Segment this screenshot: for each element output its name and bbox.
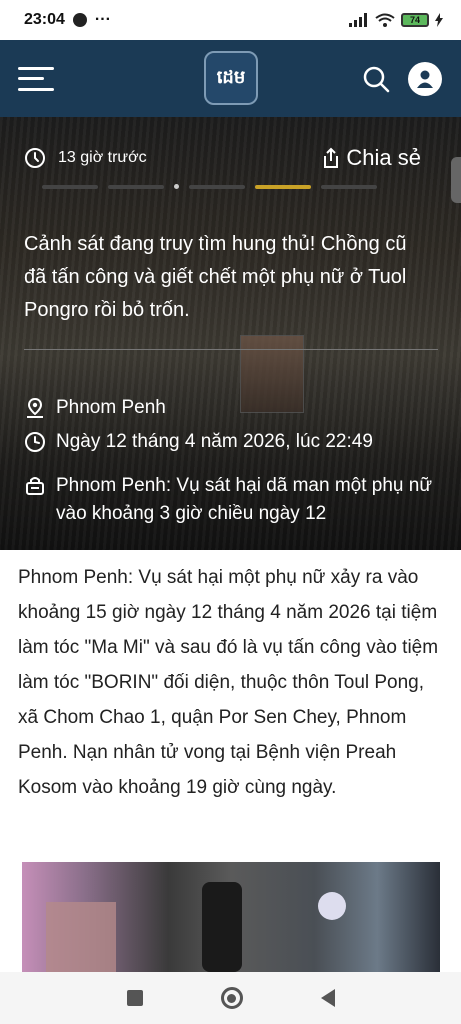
hero-portrait [240, 335, 304, 413]
location-pin-icon [27, 397, 43, 418]
status-time: 23:04 [24, 11, 65, 28]
status-left: 23:04 ··· [24, 11, 111, 29]
time-ago-label: 13 giờ trước [58, 149, 147, 166]
recents-button[interactable] [126, 990, 143, 1006]
menu-icon[interactable] [18, 66, 54, 91]
messenger-icon [72, 13, 87, 27]
share-label: Chia sẻ [346, 145, 421, 170]
side-scroll-handle[interactable] [451, 157, 461, 203]
datetime-label: Ngày 12 tháng 4 năm 2026, lúc 22:49 [56, 431, 373, 452]
status-right: 74 [349, 13, 443, 27]
summary-row: Phnom Penh: Vụ sát hại dã man một phụ nữ… [24, 472, 444, 528]
article-hero: 13 giờ trước Chia sẻ Cảnh sát đang truy … [0, 117, 461, 550]
carousel-dot[interactable] [174, 184, 179, 189]
share-icon [324, 147, 339, 168]
clock-icon [25, 432, 45, 452]
hero-top-row: 13 giờ trước Chia sẻ [24, 145, 421, 171]
article-headline: Cảnh sát đang truy tìm hung thủ! Chồng c… [24, 233, 407, 321]
clock-icon [25, 148, 45, 168]
blurred-region [46, 902, 116, 972]
datetime-row: Ngày 12 tháng 4 năm 2026, lúc 22:49 [24, 428, 373, 456]
user-icon[interactable] [408, 62, 442, 96]
carousel-dot-active[interactable] [255, 184, 311, 189]
location-label: Phnom Penh [56, 397, 166, 418]
signal-icon [349, 13, 367, 27]
home-button[interactable] [220, 987, 243, 1009]
battery-icon: 74 [401, 13, 429, 27]
system-nav-bar [0, 972, 461, 1024]
carousel-dot[interactable] [189, 184, 245, 189]
location-row: Phnom Penh [24, 394, 166, 422]
summary-label: Phnom Penh: Vụ sát hại dã man một phụ nữ… [56, 475, 433, 524]
status-bar: 23:04 ··· 74 [0, 0, 461, 40]
back-button[interactable] [320, 989, 335, 1007]
article-body: Phnom Penh: Vụ sát hại một phụ nữ xảy ra… [18, 567, 439, 798]
app-header: ដេម [0, 40, 461, 117]
fan [318, 892, 346, 920]
time-ago: 13 giờ trước [24, 147, 147, 169]
search-icon[interactable] [362, 65, 390, 93]
article-image[interactable] [22, 862, 440, 972]
carousel-dot[interactable] [321, 184, 377, 189]
summary-icon [26, 477, 44, 495]
charging-icon [435, 13, 443, 27]
hero-divider [24, 349, 438, 350]
carousel-dot[interactable] [108, 184, 164, 189]
status-dots: ··· [94, 11, 111, 28]
share-button[interactable]: Chia sẻ [322, 145, 421, 171]
carousel-indicators [42, 184, 377, 189]
salon-chair [202, 882, 242, 972]
carousel-dot[interactable] [42, 184, 98, 189]
wifi-icon [375, 13, 395, 27]
app-logo[interactable]: ដេម [204, 51, 258, 105]
